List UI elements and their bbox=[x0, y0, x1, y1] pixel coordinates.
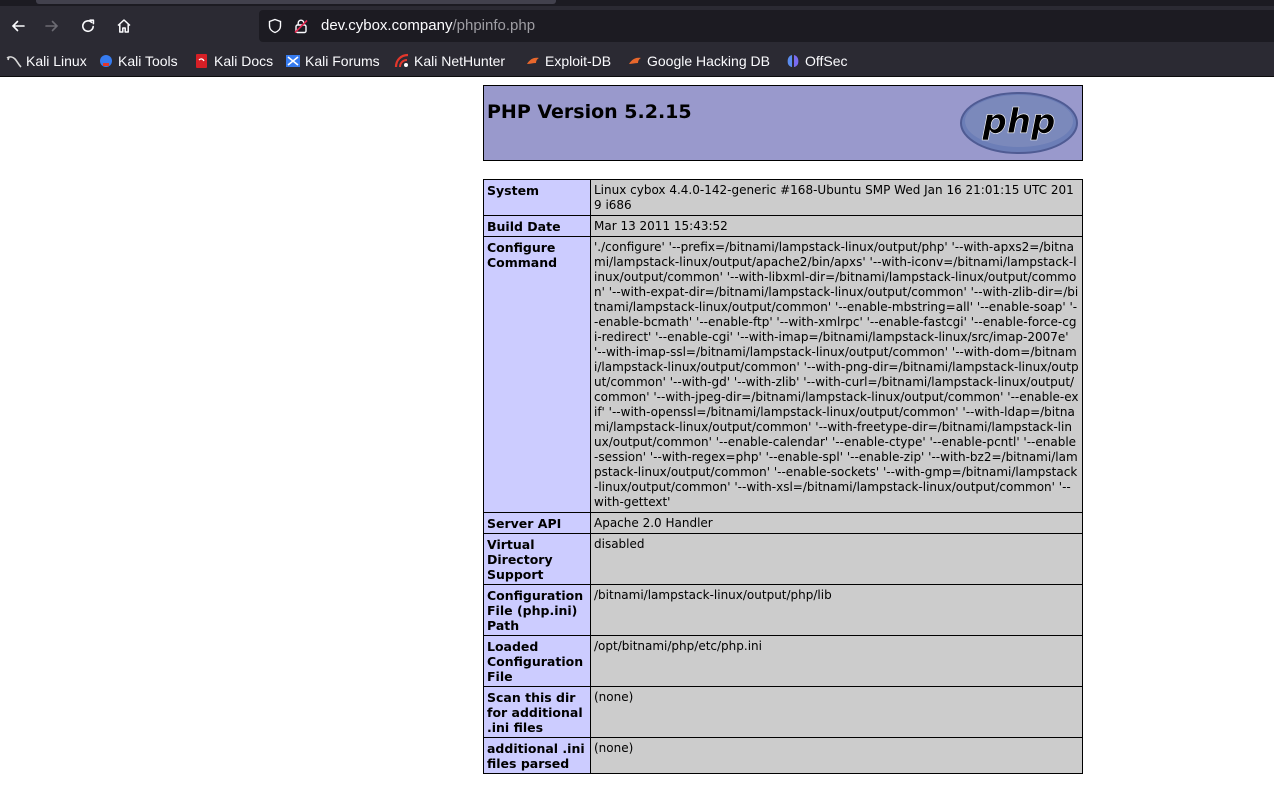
bookmark-label: Exploit-DB bbox=[545, 53, 612, 69]
row-value: disabled bbox=[590, 533, 1083, 585]
bookmark-offsec[interactable]: OffSec bbox=[785, 46, 848, 76]
table-row: Scan this dir for additional .ini files(… bbox=[483, 686, 1083, 738]
bookmark-kali-docs[interactable]: Kali Docs bbox=[194, 46, 273, 76]
exploit-db-icon bbox=[527, 57, 539, 64]
arrow-right-icon bbox=[45, 20, 59, 32]
arrow-left-icon bbox=[11, 20, 25, 32]
row-value: Apache 2.0 Handler bbox=[590, 512, 1083, 534]
bookmark-exploit-db[interactable]: Exploit-DB bbox=[525, 46, 611, 76]
table-row: additional .ini files parsed (none) bbox=[483, 737, 1083, 774]
bookmark-kali-linux[interactable]: Kali Linux bbox=[6, 46, 87, 76]
kali-forums-icon bbox=[286, 55, 300, 67]
table-row: Configure Command './configure' '--prefix… bbox=[483, 236, 1083, 513]
row-key: Server API bbox=[483, 512, 591, 534]
row-key: System bbox=[483, 179, 591, 216]
kali-docs-icon bbox=[196, 54, 207, 68]
url-host: dev.cybox.company bbox=[321, 17, 453, 34]
row-key: Configure Command bbox=[483, 236, 591, 513]
table-row: Configuration File (php.ini) Path/bitnam… bbox=[483, 584, 1083, 636]
bookmark-label: Kali Forums bbox=[305, 53, 380, 69]
row-value: Linux cybox 4.4.0-142-generic #168-Ubunt… bbox=[590, 179, 1083, 216]
kali-nethunter-icon bbox=[394, 53, 409, 68]
row-key: Configuration File (php.ini) Path bbox=[483, 584, 591, 636]
row-value: Mar 13 2011 15:43:52 bbox=[590, 215, 1083, 237]
kali-dragon-icon bbox=[6, 56, 22, 68]
page-title: PHP Version 5.2.15 bbox=[487, 101, 692, 123]
table-row: System Linux cybox 4.4.0-142-generic #168… bbox=[483, 179, 1083, 216]
forward-button[interactable] bbox=[34, 8, 70, 44]
row-value: /opt/bitnami/php/etc/php.ini bbox=[590, 635, 1083, 687]
navigation-toolbar: dev.cybox.company/phpinfo.php bbox=[0, 6, 1274, 46]
php-logo-text: php bbox=[982, 102, 1056, 142]
bookmark-kali-nethunter[interactable]: Kali NetHunter bbox=[394, 46, 505, 76]
bookmark-label: Kali NetHunter bbox=[414, 53, 506, 69]
bookmark-kali-tools[interactable]: Kali Tools bbox=[98, 46, 178, 76]
bookmark-label: Google Hacking DB bbox=[647, 53, 770, 69]
php-info-table: System Linux cybox 4.4.0-142-generic #168… bbox=[483, 179, 1083, 774]
table-row: Virtual Directory Support disabled bbox=[483, 533, 1083, 585]
offsec-icon bbox=[787, 55, 799, 67]
row-value: /bitnami/lampstack-linux/output/php/lib bbox=[590, 584, 1083, 636]
row-key: Build Date bbox=[483, 215, 591, 237]
row-key: additional .ini files parsed bbox=[483, 737, 591, 774]
home-button[interactable] bbox=[106, 8, 142, 44]
bookmark-kali-forums[interactable]: Kali Forums bbox=[285, 46, 380, 76]
page-content: PHP Version 5.2.15 php System Linux cybox… bbox=[0, 77, 1274, 796]
address-bar[interactable]: dev.cybox.company/phpinfo.php bbox=[259, 10, 1274, 42]
row-value: './configure' '--prefix=/bitnami/lampsta… bbox=[590, 236, 1083, 513]
bookmark-label: Kali Linux bbox=[26, 53, 87, 69]
reload-icon bbox=[82, 19, 95, 33]
bookmark-label: Kali Tools bbox=[118, 53, 178, 69]
url-path: /phpinfo.php bbox=[452, 17, 536, 34]
php-version-header: PHP Version 5.2.15 php bbox=[483, 85, 1083, 161]
url-text[interactable]: dev.cybox.company/phpinfo.php bbox=[321, 17, 535, 34]
bookmark-label: Kali Docs bbox=[214, 53, 274, 69]
reload-button[interactable] bbox=[70, 8, 106, 44]
insecure-lock-icon[interactable] bbox=[293, 18, 309, 34]
phpinfo-container: PHP Version 5.2.15 php System Linux cybox… bbox=[483, 85, 1083, 774]
row-value: (none) bbox=[590, 686, 1083, 738]
bookmark-label: OffSec bbox=[805, 53, 848, 69]
table-row: Loaded Configuration File/opt/bitnami/ph… bbox=[483, 635, 1083, 687]
bookmark-google-hacking-db[interactable]: Google Hacking DB bbox=[627, 46, 770, 76]
ghdb-icon bbox=[629, 57, 641, 64]
row-key: Virtual Directory Support bbox=[483, 533, 591, 585]
shield-icon[interactable] bbox=[267, 18, 283, 34]
row-key: Scan this dir for additional .ini files bbox=[483, 686, 591, 738]
php-logo-icon[interactable]: php bbox=[959, 91, 1079, 155]
table-row: Server API Apache 2.0 Handler bbox=[483, 512, 1083, 534]
active-tab-edge[interactable] bbox=[36, 0, 556, 4]
back-button[interactable] bbox=[0, 8, 36, 44]
row-key: Loaded Configuration File bbox=[483, 635, 591, 687]
row-value: (none) bbox=[590, 737, 1083, 774]
bookmarks-toolbar: Kali Linux Kali Tools Kali Docs Kali For… bbox=[0, 46, 1274, 77]
table-row: Build Date Mar 13 2011 15:43:52 bbox=[483, 215, 1083, 237]
kali-tools-icon bbox=[100, 55, 112, 67]
home-icon bbox=[117, 19, 131, 33]
